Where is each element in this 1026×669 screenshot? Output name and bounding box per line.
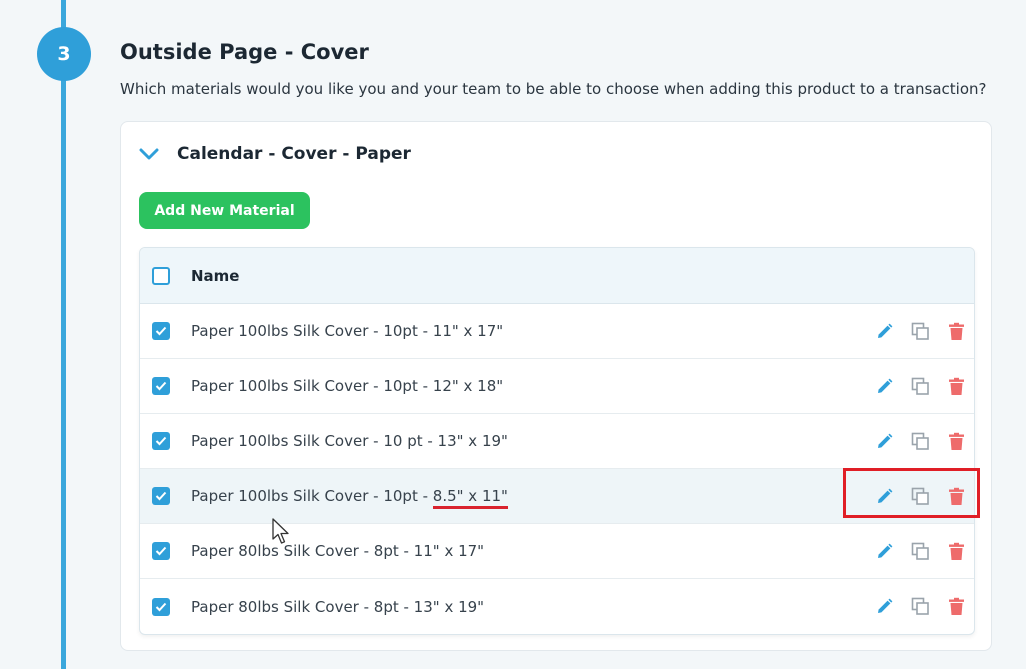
row-label-size-underlined: 8.5" x 11" <box>432 487 508 509</box>
column-header-name: Name <box>191 266 240 285</box>
table-row: Paper 80lbs Silk Cover - 8pt - 11" x 17" <box>140 524 974 579</box>
step-number-badge: 3 <box>37 27 91 81</box>
copy-icon[interactable] <box>911 542 930 561</box>
row-checkbox[interactable] <box>152 377 170 395</box>
pencil-icon[interactable] <box>875 597 894 616</box>
trash-icon[interactable] <box>947 377 966 396</box>
copy-icon[interactable] <box>911 597 930 616</box>
materials-card: Calendar - Cover - Paper Add New Materia… <box>120 121 992 651</box>
pencil-icon[interactable] <box>875 377 894 396</box>
trash-icon[interactable] <box>947 597 966 616</box>
row-checkbox[interactable] <box>152 597 170 616</box>
pencil-icon[interactable] <box>875 432 894 451</box>
trash-icon[interactable] <box>947 432 966 451</box>
table-row: Paper 100lbs Silk Cover - 10pt - 11" x 1… <box>140 304 974 359</box>
copy-icon[interactable] <box>911 322 930 341</box>
row-label: Paper 100lbs Silk Cover - 10pt - 11" x 1… <box>191 322 504 340</box>
table-row: Paper 80lbs Silk Cover - 8pt - 13" x 19" <box>140 579 974 634</box>
annotation-highlight-box <box>843 468 980 518</box>
row-checkbox[interactable] <box>152 542 170 560</box>
card-collapse-toggle[interactable]: Calendar - Cover - Paper <box>139 144 411 164</box>
check-icon <box>155 381 167 391</box>
chevron-down-icon <box>139 148 159 160</box>
table-header: Name <box>140 248 974 304</box>
row-label: Paper 100lbs Silk Cover - 10 pt - 13" x … <box>191 432 508 450</box>
trash-icon[interactable] <box>947 322 966 341</box>
check-icon <box>155 491 167 501</box>
row-checkbox[interactable] <box>152 322 170 340</box>
check-icon <box>155 436 167 446</box>
check-icon <box>155 546 167 556</box>
page: 3 Outside Page - Cover Which materials w… <box>0 0 1026 669</box>
row-actions <box>875 304 966 358</box>
card-title: Calendar - Cover - Paper <box>177 144 411 164</box>
materials-table: Name Paper 100lbs Silk Cover - 10pt - 11… <box>139 247 975 635</box>
row-label: Paper 100lbs Silk Cover - 10pt - 8.5" x … <box>191 487 508 509</box>
section-description: Which materials would you like you and y… <box>120 80 987 98</box>
table-row: Paper 100lbs Silk Cover - 10 pt - 13" x … <box>140 414 974 469</box>
trash-icon[interactable] <box>947 542 966 561</box>
timeline-line <box>61 0 66 669</box>
table-row: Paper 100lbs Silk Cover - 10pt - 12" x 1… <box>140 359 974 414</box>
select-all-checkbox[interactable] <box>152 266 170 285</box>
check-icon <box>155 602 167 611</box>
row-label: Paper 100lbs Silk Cover - 10pt - 12" x 1… <box>191 377 504 395</box>
add-new-material-button[interactable]: Add New Material <box>139 192 310 229</box>
mouse-cursor-icon <box>272 518 289 544</box>
row-label: Paper 80lbs Silk Cover - 8pt - 13" x 19" <box>191 597 485 616</box>
row-actions <box>875 359 966 413</box>
section-title: Outside Page - Cover <box>120 40 369 64</box>
row-actions <box>875 414 966 468</box>
row-checkbox[interactable] <box>152 487 170 505</box>
row-actions <box>875 524 966 578</box>
row-label: Paper 80lbs Silk Cover - 8pt - 11" x 17" <box>191 542 485 560</box>
pencil-icon[interactable] <box>875 322 894 341</box>
copy-icon[interactable] <box>911 432 930 451</box>
check-icon <box>155 326 167 336</box>
row-actions <box>875 579 966 634</box>
row-label-prefix: Paper 100lbs Silk Cover - 10pt - <box>191 487 433 505</box>
pencil-icon[interactable] <box>875 542 894 561</box>
row-checkbox[interactable] <box>152 432 170 450</box>
copy-icon[interactable] <box>911 377 930 396</box>
